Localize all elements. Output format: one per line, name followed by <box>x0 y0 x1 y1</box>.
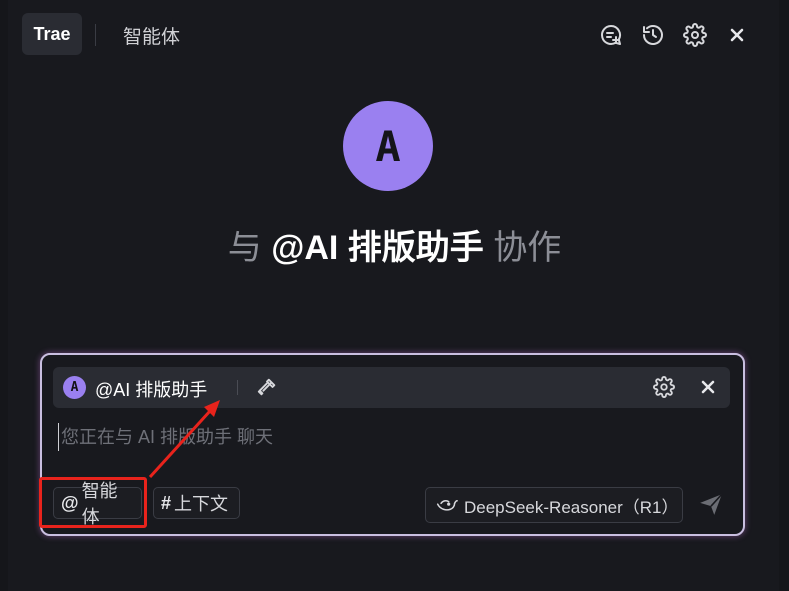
tab-trae[interactable]: Trae <box>22 13 82 55</box>
add-context-button[interactable]: # 上下文 <box>153 487 240 519</box>
history-icon[interactable] <box>640 22 666 48</box>
agent-chip-avatar: A <box>63 376 86 399</box>
send-icon[interactable] <box>698 491 724 517</box>
agent-bar-divider <box>237 380 238 395</box>
title-suffix: 协作 <box>493 229 562 267</box>
hash-icon: # <box>161 492 172 513</box>
title-agent-name: @AI 排版助手 <box>271 229 484 267</box>
add-context-label: 上下文 <box>174 494 229 514</box>
tab-agents[interactable]: 智能体 <box>123 22 180 49</box>
annotation-arrow-icon <box>148 400 220 479</box>
new-chat-icon[interactable] <box>598 22 624 48</box>
tab-divider <box>95 24 96 46</box>
agent-avatar: A <box>343 101 433 191</box>
title-prefix: 与 <box>227 229 262 267</box>
hammer-icon[interactable] <box>256 376 278 398</box>
agent-settings-icon[interactable] <box>653 376 675 398</box>
model-name: DeepSeek-Reasoner（R1） <box>464 497 679 517</box>
close-icon[interactable] <box>724 22 750 48</box>
remove-agent-icon[interactable] <box>698 377 718 397</box>
annotation-highlight-box <box>39 477 147 528</box>
settings-icon[interactable] <box>682 22 708 48</box>
deepseek-whale-icon <box>436 499 458 511</box>
model-selector[interactable]: DeepSeek-Reasoner（R1） <box>425 487 683 523</box>
collaborate-title: 与 @AI 排版助手 协作 <box>0 220 789 269</box>
